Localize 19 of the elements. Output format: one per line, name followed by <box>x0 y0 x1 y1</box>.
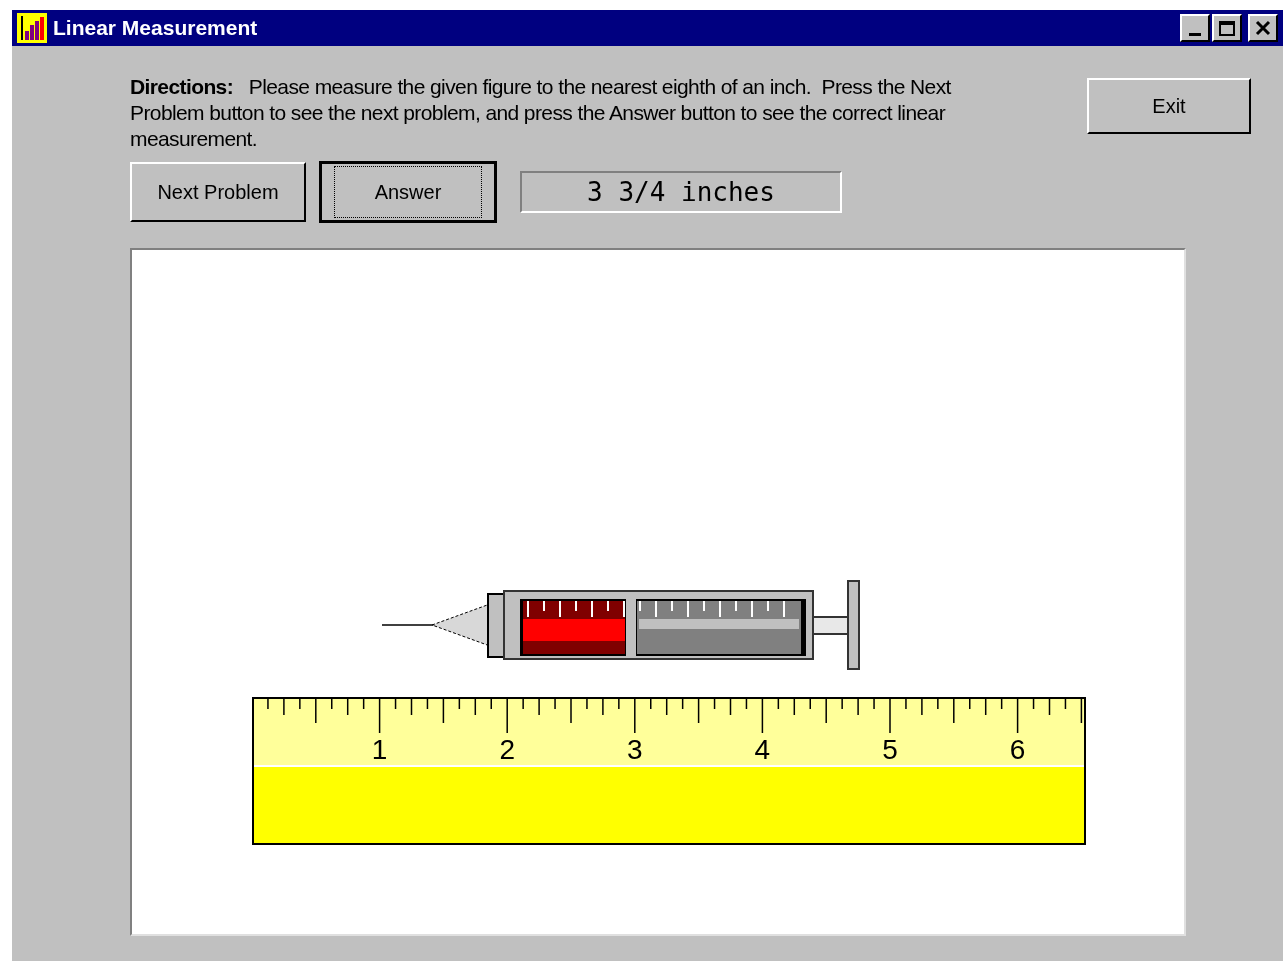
ruler-number: 2 <box>499 734 515 765</box>
minimize-icon <box>1189 33 1201 36</box>
maximize-button[interactable] <box>1212 14 1242 42</box>
close-icon <box>1255 20 1271 36</box>
action-button[interactable]: Next Problem <box>130 162 306 222</box>
ruler-number: 1 <box>371 734 388 765</box>
bar-chart-icon <box>17 13 47 43</box>
ruler-number: 6 <box>1009 734 1026 765</box>
ruler-number: 5 <box>882 734 898 765</box>
maximize-icon <box>1219 20 1235 36</box>
ruler-number: 3 <box>627 734 643 765</box>
ruler-number: 4 <box>754 734 771 765</box>
answer-display: 3 3/4 inches <box>520 171 842 213</box>
exit-button[interactable]: Exit <box>1087 78 1251 134</box>
window-title: Linear Measurement <box>53 15 259 42</box>
close-button[interactable] <box>1248 14 1278 42</box>
minimize-button[interactable] <box>1180 14 1210 42</box>
directions-text: Directions: Please measure the given figure to the nearest eighth of an inch. Press the Next Problem button to see the next problem, and press the Answer button to see the correct linear measurement. <box>130 74 952 152</box>
action-button[interactable]: Answer <box>320 162 496 222</box>
